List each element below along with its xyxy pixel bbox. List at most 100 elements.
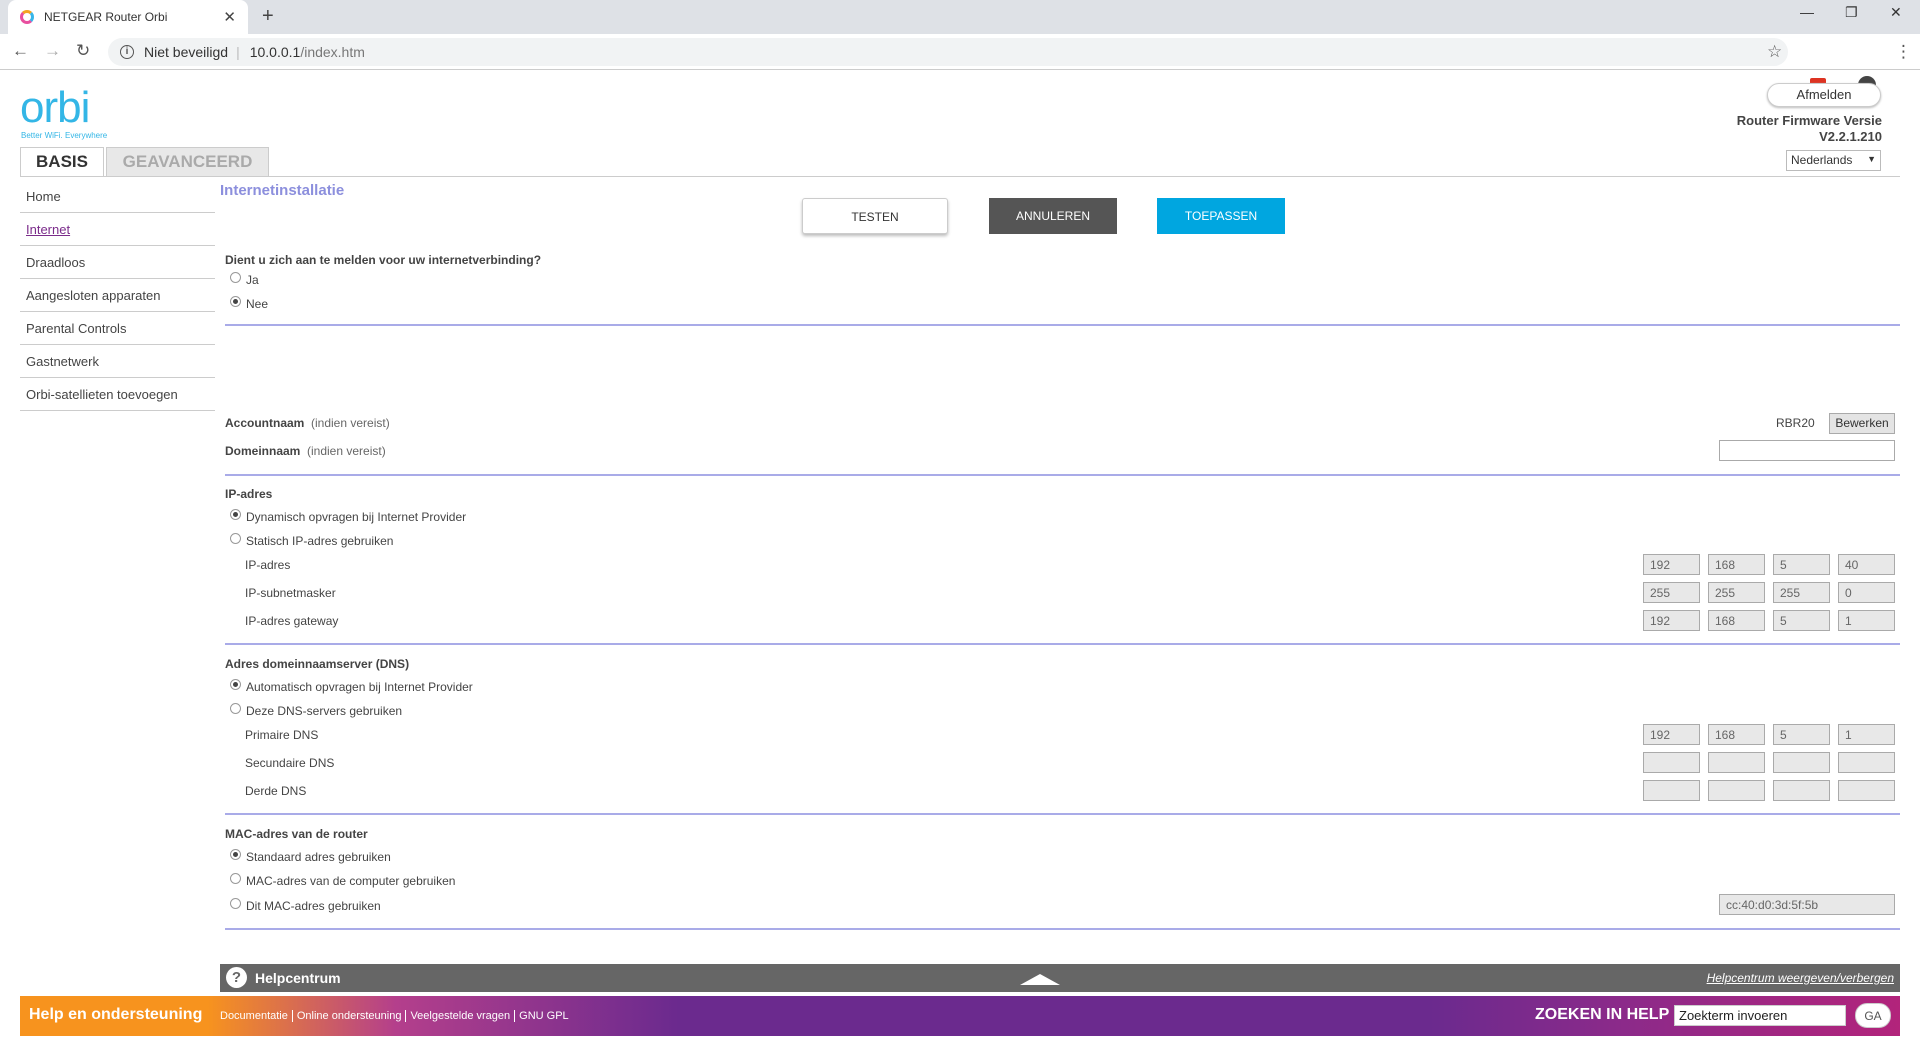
language-value: Nederlands xyxy=(1791,153,1853,167)
address-bar[interactable]: i Niet beveiligd | 10.0.0.1 /index.htm xyxy=(108,38,1788,66)
section-divider xyxy=(225,324,1900,326)
dns-secondary-octet[interactable] xyxy=(1838,752,1895,773)
radio-label: Dit MAC-adres gebruiken xyxy=(246,899,381,913)
dns-third-octet[interactable] xyxy=(1708,780,1765,801)
help-center-bar[interactable]: ? Helpcentrum Helpcentrum weergeven/verb… xyxy=(220,964,1900,992)
link-documentation[interactable]: Documentatie xyxy=(216,1010,293,1022)
firmware-label: Router Firmware Versie xyxy=(1736,113,1882,128)
dns-secondary-octet[interactable] xyxy=(1708,752,1765,773)
dns-primary-label: Primaire DNS xyxy=(245,728,319,742)
new-tab-icon[interactable]: + xyxy=(262,5,274,28)
help-question-icon: ? xyxy=(226,967,247,988)
radio-ip-static[interactable] xyxy=(230,533,241,544)
dns-secondary-octet[interactable] xyxy=(1773,752,1830,773)
netgear-favicon-icon xyxy=(20,10,34,24)
edit-account-button[interactable]: Bewerken xyxy=(1829,413,1895,434)
orbi-logo: orbi xyxy=(20,83,90,132)
reload-icon[interactable]: ↻ xyxy=(76,41,90,61)
radio-dns-manual[interactable] xyxy=(230,703,241,714)
account-value: RBR20 xyxy=(1776,416,1815,430)
logout-button[interactable]: Afmelden xyxy=(1767,83,1881,107)
radio-mac-default[interactable] xyxy=(230,849,241,860)
sidebar-item-guest-network[interactable]: Gastnetwerk xyxy=(20,345,215,378)
test-button[interactable]: TESTEN xyxy=(802,198,948,234)
expand-arrow-icon[interactable] xyxy=(1020,974,1060,985)
browser-toolbar: ← → ↻ i Niet beveiligd | 10.0.0.1 /index… xyxy=(0,34,1920,94)
ip-address-octet[interactable]: 168 xyxy=(1708,554,1765,575)
gateway-octet[interactable]: 1 xyxy=(1838,610,1895,631)
radio-login-no[interactable] xyxy=(230,296,241,307)
dns-primary-octet[interactable]: 1 xyxy=(1838,724,1895,745)
ip-address-octet[interactable]: 192 xyxy=(1643,554,1700,575)
gateway-octet[interactable]: 5 xyxy=(1773,610,1830,631)
mac-address-input[interactable]: cc:40:d0:3d:5f:5b xyxy=(1719,894,1895,915)
url-path: /index.htm xyxy=(300,44,365,60)
link-gnu-gpl[interactable]: GNU GPL xyxy=(515,1010,573,1022)
radio-ip-dynamic[interactable] xyxy=(230,509,241,520)
back-icon[interactable]: ← xyxy=(12,41,29,61)
domain-hint: (indien vereist) xyxy=(307,444,386,458)
minimize-icon[interactable]: — xyxy=(1800,4,1814,20)
radio-mac-computer[interactable] xyxy=(230,873,241,884)
radio-login-yes[interactable] xyxy=(230,272,241,283)
tab-advanced[interactable]: GEAVANCEERD xyxy=(106,147,269,176)
router-page: orbi Better WiFi. Everywhere BASIS GEAVA… xyxy=(0,71,1920,1040)
link-online-support[interactable]: Online ondersteuning xyxy=(292,1010,407,1022)
window-close-icon[interactable]: ✕ xyxy=(1890,4,1902,21)
tab-close-icon[interactable]: ✕ xyxy=(223,8,236,26)
apply-button[interactable]: TOEPASSEN xyxy=(1157,198,1285,234)
language-select[interactable]: Nederlands ▼ xyxy=(1786,150,1881,171)
dns-primary-octet[interactable]: 168 xyxy=(1708,724,1765,745)
search-help-title: ZOEKEN IN HELP xyxy=(1535,1006,1670,1023)
browser-tab[interactable]: NETGEAR Router Orbi ✕ xyxy=(8,0,248,34)
account-hint: (indien vereist) xyxy=(311,416,390,430)
cancel-button[interactable]: ANNULEREN xyxy=(989,198,1117,234)
link-faq[interactable]: Veelgestelde vragen xyxy=(406,1010,516,1022)
domain-label: Domeinnaam xyxy=(225,444,301,458)
ip-address-octet[interactable]: 40 xyxy=(1838,554,1895,575)
tab-basis[interactable]: BASIS xyxy=(20,147,104,176)
sidebar-item-wireless[interactable]: Draadloos xyxy=(20,246,215,279)
radio-dns-auto[interactable] xyxy=(230,679,241,690)
help-center-title: Helpcentrum xyxy=(255,970,341,986)
dns-section-title: Adres domeinnaamserver (DNS) xyxy=(225,657,410,671)
subnet-octet[interactable]: 255 xyxy=(1708,582,1765,603)
radio-label: MAC-adres van de computer gebruiken xyxy=(246,874,456,888)
radio-mac-custom[interactable] xyxy=(230,898,241,909)
dns-third-octet[interactable] xyxy=(1643,780,1700,801)
forward-icon[interactable]: → xyxy=(44,41,61,61)
menu-dots-icon[interactable]: ⋮ xyxy=(1895,42,1912,62)
help-search-input[interactable]: Zoekterm invoeren xyxy=(1674,1005,1846,1026)
dns-primary-octet[interactable]: 192 xyxy=(1643,724,1700,745)
dns-primary-octet[interactable]: 5 xyxy=(1773,724,1830,745)
radio-label: Standaard adres gebruiken xyxy=(246,850,391,864)
domain-name-input[interactable] xyxy=(1719,440,1895,461)
gateway-octet[interactable]: 168 xyxy=(1708,610,1765,631)
mac-section-title: MAC-adres van de router xyxy=(225,827,368,841)
sidebar-item-attached-devices[interactable]: Aangesloten apparaten xyxy=(20,279,215,312)
divider xyxy=(20,176,1900,177)
bookmark-star-icon[interactable]: ☆ xyxy=(1767,42,1782,62)
tab-title: NETGEAR Router Orbi xyxy=(44,10,168,24)
info-icon[interactable]: i xyxy=(120,45,134,59)
ip-address-octet[interactable]: 5 xyxy=(1773,554,1830,575)
dns-secondary-octet[interactable] xyxy=(1643,752,1700,773)
sidebar-item-internet[interactable]: Internet xyxy=(20,213,215,246)
radio-label: Dynamisch opvragen bij Internet Provider xyxy=(246,510,467,524)
subnet-octet[interactable]: 255 xyxy=(1643,582,1700,603)
subnet-octet[interactable]: 255 xyxy=(1773,582,1830,603)
section-divider xyxy=(225,928,1900,930)
subnet-octet[interactable]: 0 xyxy=(1838,582,1895,603)
restore-icon[interactable]: ❐ xyxy=(1845,4,1858,21)
gateway-octet[interactable]: 192 xyxy=(1643,610,1700,631)
search-go-button[interactable]: GA xyxy=(1855,1003,1891,1028)
sidebar-item-add-satellites[interactable]: Orbi-satellieten toevoegen xyxy=(20,378,215,411)
ip-section-title: IP-adres xyxy=(225,487,273,501)
gateway-label: IP-adres gateway xyxy=(245,614,339,628)
sidebar-item-parental-controls[interactable]: Parental Controls xyxy=(20,312,215,345)
sidebar-item-home[interactable]: Home xyxy=(20,180,215,213)
radio-label: Automatisch opvragen bij Internet Provid… xyxy=(246,680,473,694)
dns-third-octet[interactable] xyxy=(1838,780,1895,801)
help-toggle-link[interactable]: Helpcentrum weergeven/verbergen xyxy=(1707,971,1894,985)
dns-third-octet[interactable] xyxy=(1773,780,1830,801)
